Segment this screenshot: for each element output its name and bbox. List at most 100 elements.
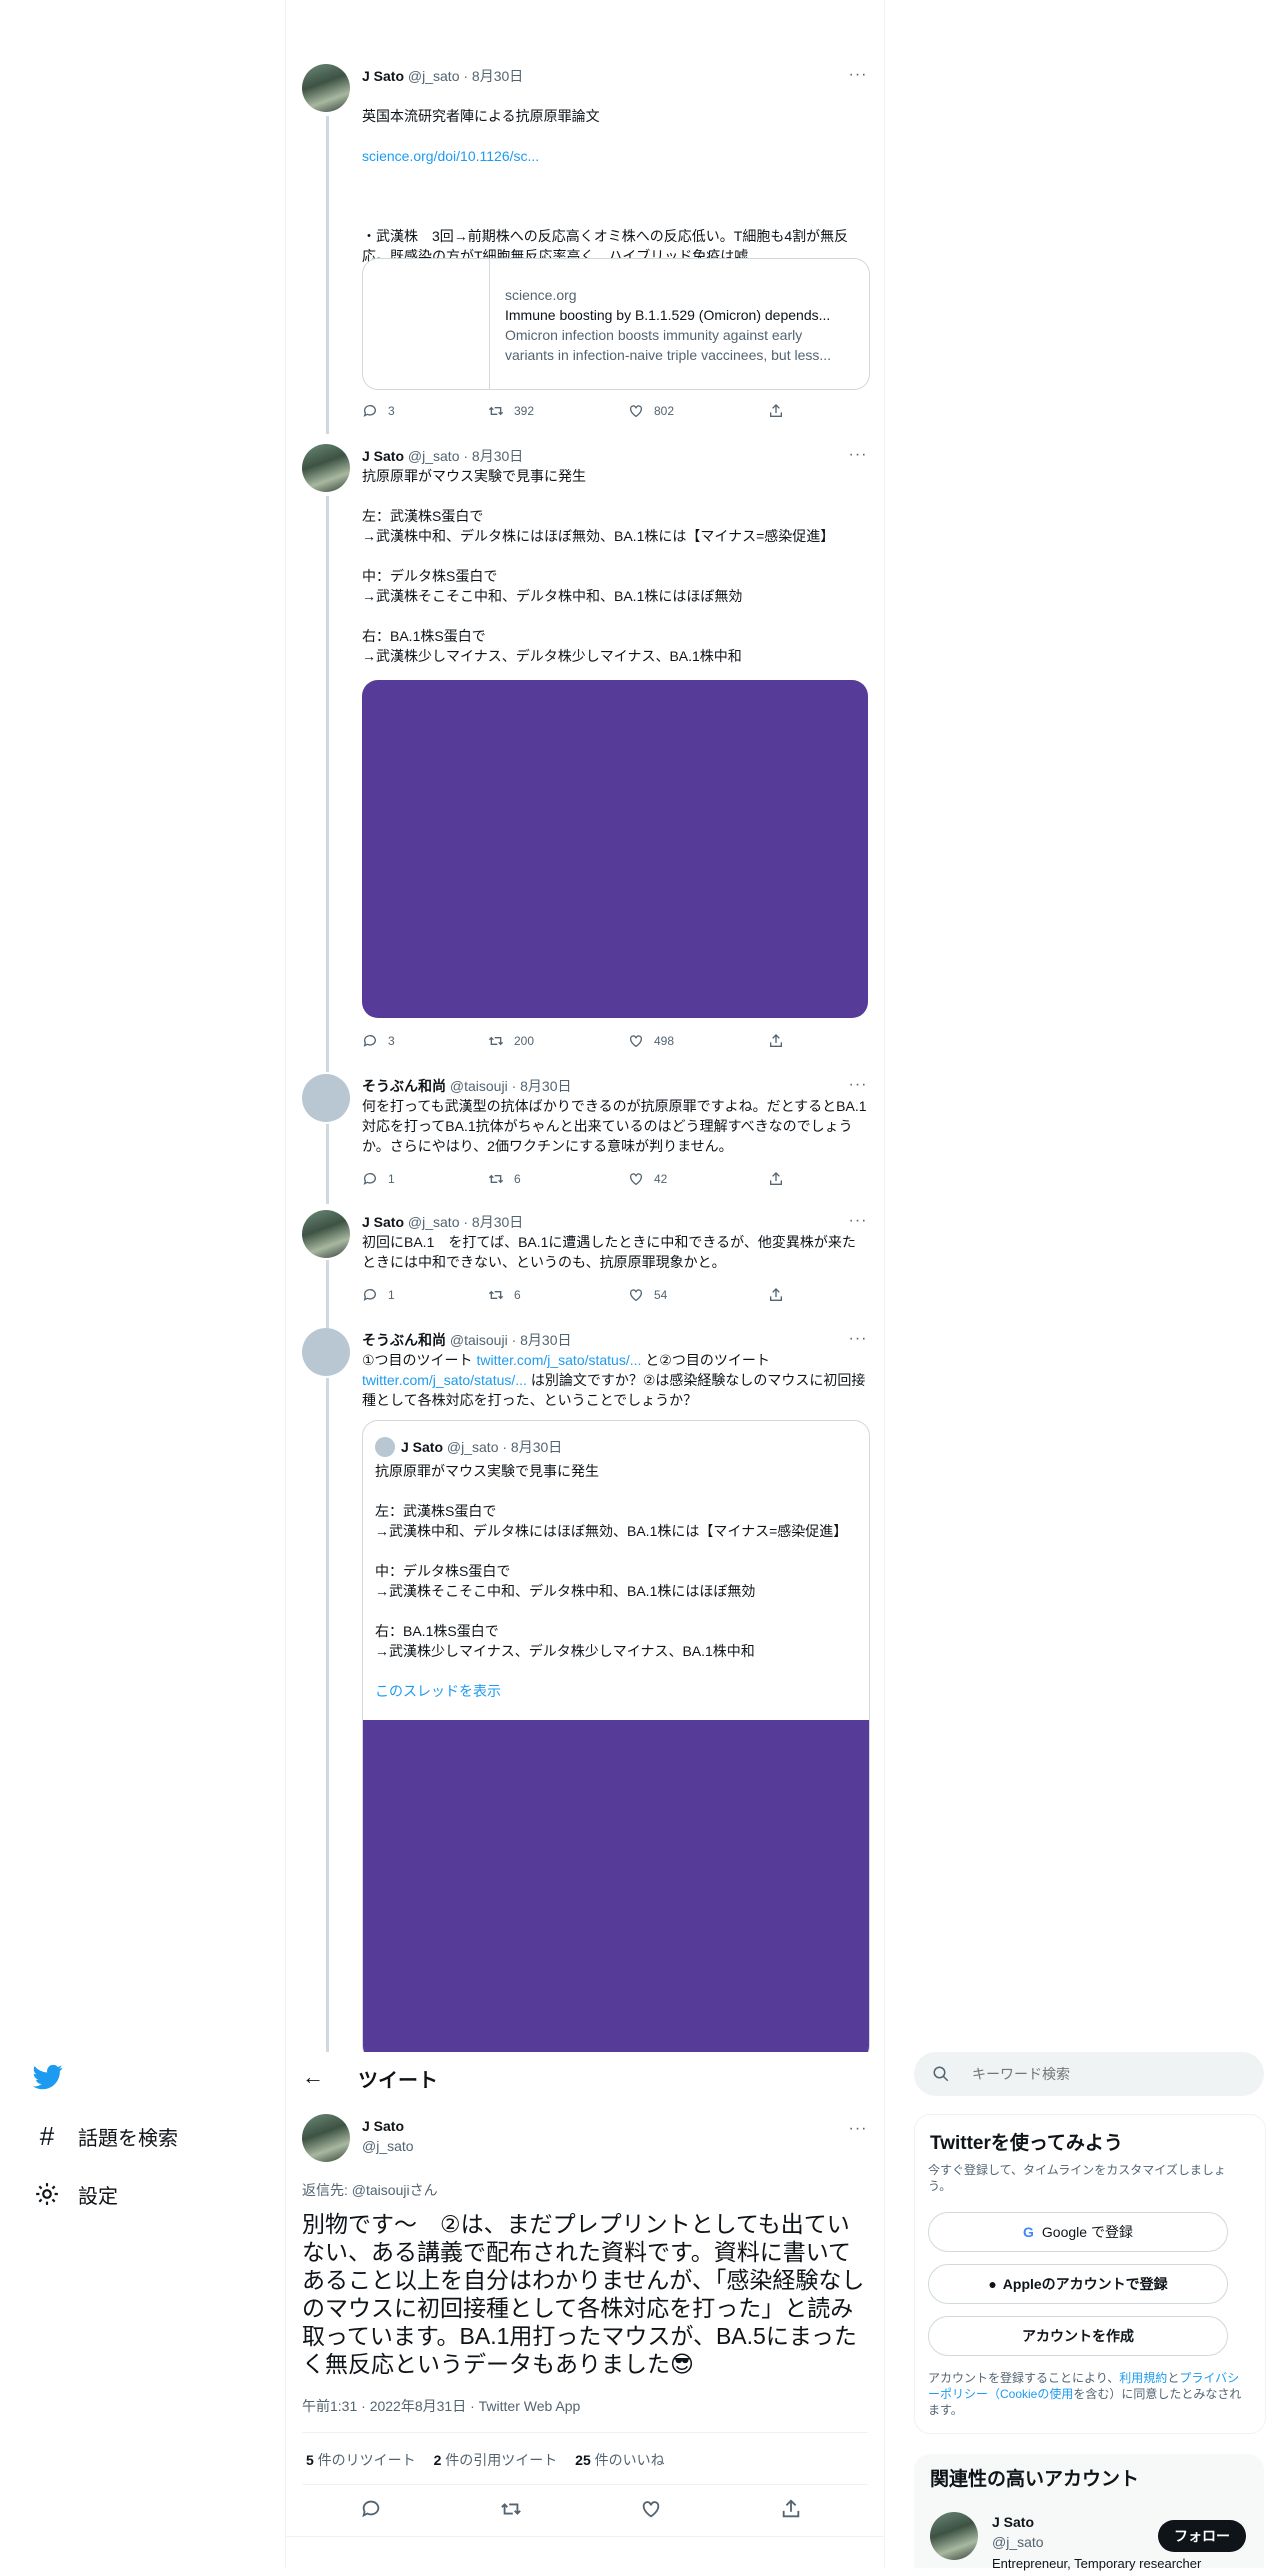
- author-name[interactable]: そうぶん和尚: [362, 1332, 446, 1348]
- retweet-icon[interactable]: [500, 2498, 522, 2520]
- retweet-button[interactable]: 6: [488, 1284, 521, 1306]
- share-button[interactable]: [768, 400, 794, 422]
- heart-icon[interactable]: [640, 2498, 662, 2520]
- author-handle[interactable]: @j_sato: [408, 448, 460, 464]
- nav-item-settings[interactable]: 設定: [32, 2176, 118, 2212]
- share-button[interactable]: [768, 1030, 794, 1052]
- apple-signup-button[interactable]: ● Appleのアカウントで登録: [928, 2264, 1228, 2304]
- back-arrow-icon[interactable]: ←: [302, 2064, 324, 2090]
- more-options-icon[interactable]: ···: [846, 67, 870, 83]
- retweet-button[interactable]: 200: [488, 1030, 534, 1052]
- reply-to-prefix: 返信先:: [302, 2182, 352, 2198]
- author-name[interactable]: J Sato: [362, 448, 404, 464]
- reply-to-handle[interactable]: @taisoujiさん: [352, 2182, 438, 2198]
- retweet-stat[interactable]: 5 件のリツイート: [306, 2452, 416, 2468]
- signup-subtitle: 今すぐ登録して、タイムラインをカスタマイズしましょう。: [928, 2163, 1226, 2193]
- tweet-header: そうぶん和尚 @taisouji · 8月30日: [362, 1330, 572, 1350]
- more-options-icon[interactable]: ···: [846, 2121, 870, 2137]
- tweet-date[interactable]: · 8月30日: [512, 1332, 572, 1348]
- tweet-date[interactable]: · 8月30日: [512, 1078, 572, 1094]
- terms-link[interactable]: 利用規約: [1119, 2371, 1167, 2385]
- avatar[interactable]: [302, 64, 350, 112]
- quote-media-image[interactable]: [363, 1720, 869, 2061]
- link-card[interactable]: science.org Immune boosting by B.1.1.529…: [362, 258, 870, 390]
- avatar[interactable]: [302, 1328, 350, 1376]
- tweet-date[interactable]: · 8月30日: [463, 68, 523, 84]
- author-handle[interactable]: @taisouji: [450, 1078, 508, 1094]
- heart-icon: [630, 1289, 642, 1302]
- like-button[interactable]: 802: [628, 400, 674, 422]
- author-name[interactable]: J Sato: [362, 1214, 404, 1230]
- thread-line: [326, 1124, 329, 1204]
- like-stat[interactable]: 25 件のいいね: [575, 2452, 664, 2468]
- reply-button[interactable]: 1: [362, 1168, 395, 1190]
- reply-button[interactable]: 3: [362, 400, 395, 422]
- twitter-logo-icon[interactable]: [32, 2062, 64, 2092]
- tweet-link[interactable]: science.org/doi/10.1126/sc...: [362, 146, 868, 166]
- more-options-icon[interactable]: ···: [846, 1331, 870, 1347]
- author-handle[interactable]: @j_sato: [408, 68, 460, 84]
- tweet-link[interactable]: twitter.com/j_sato/status/...: [476, 1352, 641, 1368]
- avatar[interactable]: [930, 2512, 978, 2560]
- tweet-text-part: と②つ目のツイート: [641, 1352, 770, 1368]
- retweet-button[interactable]: 392: [488, 400, 534, 422]
- related-account-name[interactable]: J Sato: [992, 2514, 1034, 2530]
- reply-button[interactable]: 1: [362, 1284, 395, 1306]
- quote-author-handle: @j_sato: [446, 1439, 499, 1455]
- tweet-date[interactable]: · 8月30日: [463, 1214, 523, 1230]
- author-handle[interactable]: @taisouji: [450, 1332, 508, 1348]
- like-button[interactable]: 42: [628, 1168, 667, 1190]
- tweet-actions: 3 200 498: [362, 1030, 792, 1052]
- quote-avatar: [375, 1437, 395, 1457]
- stat-count: 5: [306, 2452, 314, 2468]
- quote-stat[interactable]: 2 件の引用ツイート: [434, 2452, 558, 2468]
- author-name[interactable]: そうぶん和尚: [362, 1078, 446, 1094]
- related-account-bio: Entrepreneur, Temporary researcher: [992, 2556, 1202, 2571]
- tweet-header: J Sato @j_sato · 8月30日: [362, 66, 523, 86]
- retweet-icon: [488, 1290, 504, 1300]
- avatar[interactable]: [302, 1210, 350, 1258]
- author-handle[interactable]: @j_sato: [362, 2138, 414, 2154]
- thread-line: [326, 1378, 329, 2060]
- tweet-text: ①つ目のツイート twitter.com/j_sato/status/... と…: [362, 1350, 868, 1410]
- related-account-handle[interactable]: @j_sato: [992, 2534, 1044, 2550]
- author-name[interactable]: J Sato: [362, 68, 404, 84]
- search-input[interactable]: [970, 2065, 1234, 2083]
- share-icon[interactable]: [780, 2498, 802, 2520]
- share-button[interactable]: [768, 1284, 794, 1306]
- tweet-timestamp[interactable]: 午前1:31 · 2022年8月31日 · Twitter Web App: [302, 2396, 580, 2416]
- like-button[interactable]: 498: [628, 1030, 674, 1052]
- quoted-tweet[interactable]: J Sato @j_sato · 8月30日 抗原原罪がマウス実験で見事に発生 …: [362, 1420, 870, 2062]
- follow-button[interactable]: フォロー: [1158, 2520, 1246, 2552]
- author-handle[interactable]: @j_sato: [408, 1214, 460, 1230]
- google-signup-button[interactable]: G Google で登録: [928, 2212, 1228, 2252]
- more-options-icon[interactable]: ···: [846, 1213, 870, 1229]
- reply-button[interactable]: 3: [362, 1030, 395, 1052]
- reply-icon[interactable]: [360, 2498, 382, 2520]
- hashtag-icon: #: [39, 2120, 55, 2151]
- tweet-date[interactable]: · 8月30日: [463, 448, 523, 464]
- retweet-count: 200: [514, 1034, 535, 1048]
- link-card-description: Omicron infection boosts immunity agains…: [505, 327, 832, 363]
- search-box[interactable]: [914, 2052, 1264, 2096]
- avatar[interactable]: [302, 2114, 350, 2162]
- retweet-button[interactable]: 6: [488, 1168, 521, 1190]
- tweet-stats: 5 件のリツイート 2 件の引用ツイート 25 件のいいね: [306, 2450, 665, 2470]
- quote-header: J Sato @j_sato · 8月30日: [401, 1437, 562, 1457]
- tweet-media-image[interactable]: [362, 680, 868, 1018]
- avatar[interactable]: [302, 1074, 350, 1122]
- signup-title: Twitterを使ってみよう: [930, 2133, 1123, 2154]
- like-button[interactable]: 54: [628, 1284, 667, 1306]
- divider: [302, 2484, 868, 2485]
- avatar[interactable]: [302, 444, 350, 492]
- tweet-link[interactable]: twitter.com/j_sato/status/...: [362, 1372, 527, 1388]
- more-options-icon[interactable]: ···: [846, 447, 870, 463]
- author-name[interactable]: J Sato: [362, 2118, 404, 2134]
- heart-icon: [630, 1035, 642, 1048]
- show-thread-link[interactable]: このスレッドを表示: [375, 1681, 501, 1701]
- more-options-icon[interactable]: ···: [846, 1077, 870, 1093]
- create-account-button[interactable]: アカウントを作成: [928, 2316, 1228, 2356]
- nav-item-explore[interactable]: # 話題を検索: [32, 2118, 178, 2154]
- share-button[interactable]: [768, 1168, 794, 1190]
- gear-icon: [32, 2181, 62, 2207]
